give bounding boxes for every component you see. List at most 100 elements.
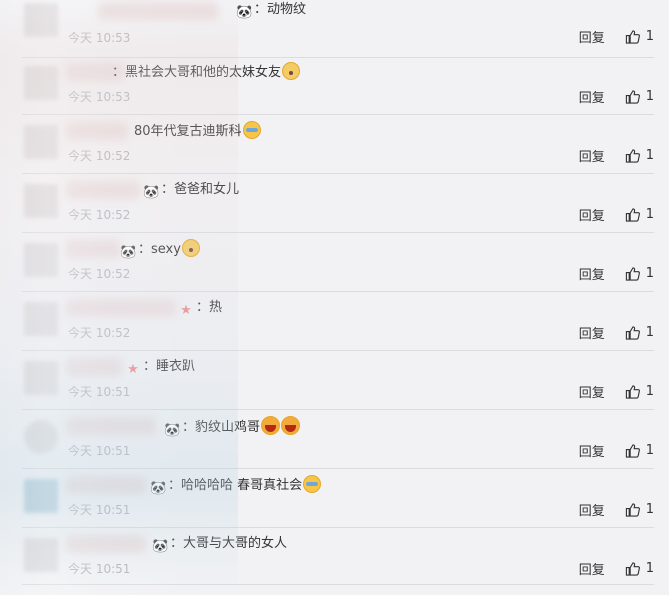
- like-count: 1: [645, 28, 654, 44]
- comment-actions: 回复 1: [579, 322, 654, 342]
- comment-actions: 回复 1: [579, 499, 654, 519]
- comment-list: 🐼 ：动物纹 今天 10:53 回复 1 ：黑社会大哥和他的太妹女友 今天 10:…: [0, 0, 669, 595]
- comment-time: 今天 10:51: [68, 444, 131, 458]
- username[interactable]: [66, 417, 156, 435]
- avatar[interactable]: [24, 361, 58, 395]
- thumbs-up-icon: [625, 384, 640, 399]
- like-count: 1: [645, 442, 654, 458]
- username[interactable]: [66, 358, 122, 376]
- avatar[interactable]: [24, 243, 58, 277]
- comment-text: ：黑社会大哥和他的太妹女友: [112, 62, 301, 83]
- like-button[interactable]: 1: [625, 29, 654, 44]
- reply-button[interactable]: 回复: [579, 87, 605, 106]
- comment-item: 🐼 ：爸爸和女儿 今天 10:52 回复 1: [0, 174, 669, 233]
- reply-button[interactable]: 回复: [579, 559, 605, 578]
- like-button[interactable]: 1: [625, 266, 654, 281]
- comment-text: 🐼 ：哈哈哈哈 春哥真社会: [150, 475, 322, 497]
- comment-time: 今天 10:51: [68, 385, 131, 399]
- colon-separator: ：: [143, 359, 157, 374]
- like-button[interactable]: 1: [625, 89, 654, 104]
- reply-button[interactable]: 回复: [579, 264, 605, 283]
- comment-item: 🐼 ：豹纹山鸡哥 今天 10:51 回复 1: [0, 410, 669, 469]
- laughing-tears-emoji-icon: [242, 121, 261, 139]
- reply-button[interactable]: 回复: [579, 146, 605, 165]
- reply-button[interactable]: 回复: [579, 323, 605, 342]
- comment-text: ★ ：热: [178, 298, 222, 319]
- comment-time: 今天 10:52: [68, 149, 131, 163]
- big-laugh-emoji-icon: [281, 416, 301, 435]
- like-button[interactable]: 1: [625, 443, 654, 458]
- like-button[interactable]: 1: [625, 384, 654, 399]
- colon-separator: ：: [170, 536, 184, 551]
- comment-item: 🐼 ：动物纹 今天 10:53 回复 1: [0, 0, 669, 58]
- thumbs-up-icon: [625, 29, 640, 44]
- avatar[interactable]: [24, 420, 58, 454]
- comment-item: 80年代复古迪斯科 今天 10:52 回复 1: [0, 115, 669, 174]
- comment-text: 🐼 ：爸爸和女儿: [143, 180, 239, 201]
- comment-actions: 回复 1: [579, 440, 654, 460]
- comment-body: 80年代复古迪斯科: [134, 124, 242, 139]
- comment-actions: 回复 1: [579, 263, 654, 283]
- comment-text: 🐼 ：大哥与大哥的女人: [152, 534, 287, 555]
- panda-badge-icon: 🐼: [152, 539, 169, 554]
- username[interactable]: [98, 2, 218, 20]
- comment-body: 爸爸和女儿: [174, 182, 240, 197]
- avatar[interactable]: [24, 184, 58, 218]
- username[interactable]: [66, 299, 176, 317]
- like-button[interactable]: 1: [625, 148, 654, 163]
- like-count: 1: [645, 383, 654, 399]
- comment-body: 哈哈哈哈 春哥真社会: [181, 478, 303, 493]
- like-button[interactable]: 1: [625, 561, 654, 576]
- thumbs-up-icon: [625, 148, 640, 163]
- dog-emoji-icon: [181, 239, 200, 257]
- reply-button[interactable]: 回复: [579, 441, 605, 460]
- like-count: 1: [645, 265, 654, 281]
- comment-text: 🐼 ：动物纹: [236, 0, 306, 21]
- colon-separator: ：: [161, 182, 175, 197]
- like-button[interactable]: 1: [625, 325, 654, 340]
- avatar[interactable]: [24, 66, 58, 100]
- reply-button[interactable]: 回复: [579, 382, 605, 401]
- comment-body: 豹纹山鸡哥: [195, 420, 261, 435]
- colon-separator: ：: [182, 420, 196, 435]
- username[interactable]: [66, 535, 146, 553]
- comment-text: ★ ：睡衣趴: [125, 357, 195, 378]
- laughing-tears-emoji-icon: [303, 475, 322, 493]
- reply-button[interactable]: 回复: [579, 205, 605, 224]
- username[interactable]: [66, 122, 128, 140]
- like-button[interactable]: 1: [625, 207, 654, 222]
- username[interactable]: [66, 240, 120, 258]
- reply-button[interactable]: 回复: [579, 500, 605, 519]
- thumbs-up-icon: [625, 561, 640, 576]
- colon-separator: ：: [254, 2, 268, 17]
- like-count: 1: [645, 206, 654, 222]
- star-badge-icon: ★: [127, 362, 139, 377]
- comment-body: 黑社会大哥和他的太妹女友: [125, 65, 282, 80]
- comment-actions: 回复 1: [579, 558, 654, 578]
- thumbs-up-icon: [625, 89, 640, 104]
- username[interactable]: [66, 181, 140, 199]
- avatar[interactable]: [24, 3, 58, 37]
- comment-time: 今天 10:51: [68, 562, 131, 576]
- comment-time: 今天 10:53: [68, 31, 131, 45]
- comment-time: 今天 10:51: [68, 503, 131, 517]
- comment-time: 今天 10:52: [68, 267, 131, 281]
- comment-text: 80年代复古迪斯科: [134, 121, 261, 142]
- avatar[interactable]: [24, 125, 58, 159]
- comment-body: 睡衣趴: [156, 359, 196, 374]
- username[interactable]: [66, 476, 146, 494]
- thumbs-up-icon: [625, 443, 640, 458]
- like-button[interactable]: 1: [625, 502, 654, 517]
- comment-body: 动物纹: [267, 2, 307, 17]
- avatar[interactable]: [24, 302, 58, 336]
- reply-button[interactable]: 回复: [579, 27, 605, 46]
- like-count: 1: [645, 560, 654, 576]
- avatar[interactable]: [24, 538, 58, 572]
- comment-body: sexy: [151, 242, 181, 257]
- thumbs-up-icon: [625, 266, 640, 281]
- panda-badge-icon: 🐼: [120, 245, 137, 260]
- comment-item: ★ ：热 今天 10:52 回复 1: [0, 292, 669, 351]
- comment-actions: 回复 1: [579, 86, 654, 106]
- avatar[interactable]: [24, 479, 58, 513]
- comment-item: ：黑社会大哥和他的太妹女友 今天 10:53 回复 1: [0, 56, 669, 115]
